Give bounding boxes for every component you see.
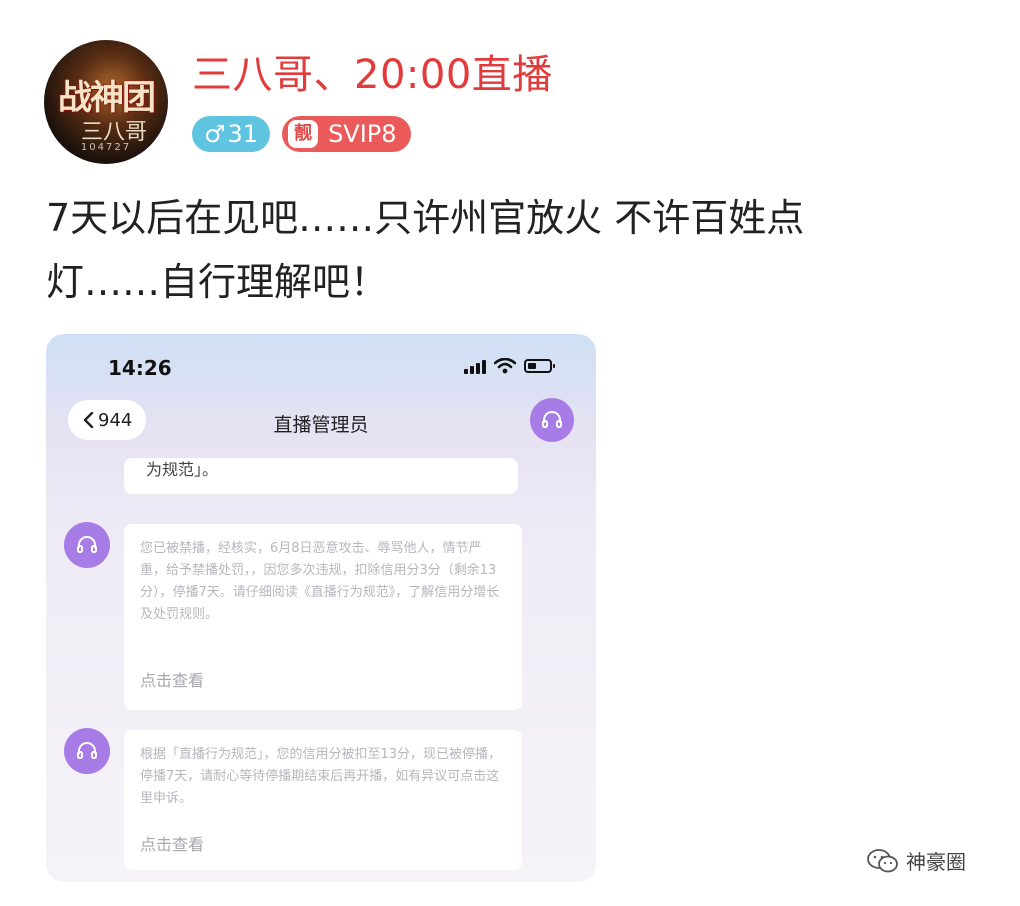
vip-level: SVIP8 bbox=[328, 120, 397, 148]
avatar-number-text: 104727 bbox=[80, 142, 132, 153]
message-text: 根据「直播行为规范」，您的信用分被扣至13分，现已被停播，停播7天，请耐心等待停… bbox=[140, 747, 502, 806]
username[interactable]: 三八哥、20:00直播 bbox=[192, 42, 553, 100]
gender-age-badge: ♂ 31 bbox=[192, 116, 271, 152]
wechat-watermark: 神豪圈 bbox=[866, 846, 966, 875]
vip-icon: 靓 bbox=[288, 120, 319, 148]
headset-icon bbox=[77, 742, 97, 759]
user-badges: ♂ 31 靓 SVIP8 bbox=[192, 116, 411, 152]
support-button[interactable] bbox=[530, 398, 574, 442]
message-text: 您已被禁播，经核实，6月8日恶意攻击、辱骂他人，情节严重，给予禁播处罚，，因您多… bbox=[140, 541, 500, 622]
status-bar-icons bbox=[464, 358, 555, 374]
wifi-icon bbox=[494, 358, 516, 374]
status-bar-time: 14:26 bbox=[108, 356, 172, 380]
vip-badge: 靓 SVIP8 bbox=[282, 116, 411, 152]
chat-title: 直播管理员 bbox=[273, 414, 369, 436]
message-bubble: 您已被禁播，经核实，6月8日恶意攻击、辱骂他人，情节严重，给予禁播处罚，，因您多… bbox=[124, 524, 522, 710]
wechat-icon bbox=[867, 848, 898, 872]
post-text-line-2: 灯……自行理解吧！ bbox=[46, 260, 389, 304]
battery-icon bbox=[524, 359, 555, 373]
male-icon: ♂ bbox=[204, 120, 226, 148]
admin-avatar[interactable] bbox=[64, 728, 110, 774]
view-details-link[interactable]: 点击查看 bbox=[140, 834, 204, 856]
headset-icon bbox=[542, 411, 562, 428]
user-avatar[interactable]: 战神团 三八哥 104727 bbox=[44, 40, 168, 164]
age-value: 31 bbox=[227, 120, 259, 148]
headset-icon bbox=[77, 536, 97, 553]
avatar-title-text: 战神团 bbox=[58, 78, 156, 118]
message-bubble: 根据「直播行为规范」，您的信用分被扣至13分，现已被停播，停播7天，请耐心等待停… bbox=[124, 730, 522, 870]
post-text-line-1: 7天以后在见吧……只许州官放火 不许百姓点 bbox=[46, 196, 805, 240]
previous-message-text: 为规范」。 bbox=[146, 460, 219, 479]
signal-icon bbox=[464, 358, 486, 374]
post-body: 7天以后在见吧……只许州官放火 不许百姓点 灯……自行理解吧！ bbox=[46, 186, 976, 314]
previous-message-bubble: 为规范」。 bbox=[124, 458, 518, 494]
embedded-screenshot[interactable]: 14:26 944 直播管理员 为规范」。 您已被禁播，经核实，6月8日恶意攻击… bbox=[46, 334, 596, 882]
view-details-link[interactable]: 点击查看 bbox=[140, 670, 204, 692]
watermark-label: 神豪圈 bbox=[906, 850, 966, 874]
admin-avatar[interactable] bbox=[64, 522, 110, 568]
